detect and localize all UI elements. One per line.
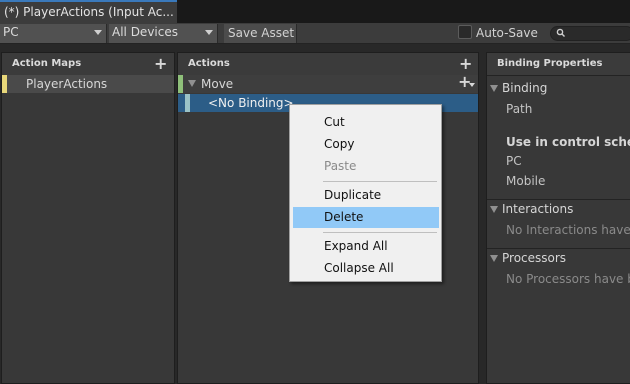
devices-dropdown[interactable]: All Devices — [109, 24, 218, 43]
action-label: Move — [201, 77, 234, 91]
window-tab-title: (*) PlayerActions (Input Ac... — [4, 5, 174, 19]
menu-item-copy[interactable]: Copy — [293, 134, 439, 155]
control-scheme-value: PC — [3, 25, 19, 39]
divider — [487, 75, 630, 76]
binding-label: <No Binding> — [208, 96, 294, 110]
menu-item-collapse-all[interactable]: Collapse All — [293, 258, 439, 279]
action-maps-panel: Action Maps + PlayerActions — [1, 52, 175, 384]
processors-empty-text: No Processors have be — [506, 272, 630, 286]
save-asset-button[interactable]: Save Asset — [224, 24, 297, 43]
chevron-down-icon — [94, 30, 102, 35]
menu-item-paste[interactable]: Paste — [293, 156, 439, 177]
control-schemes-label: Use in control scheme — [506, 135, 630, 149]
menu-separator — [323, 181, 437, 182]
menu-item-delete[interactable]: Delete — [293, 207, 439, 228]
add-binding-icon[interactable]: + — [458, 72, 471, 91]
actions-header: Actions + — [178, 53, 478, 75]
expand-triangle-icon[interactable] — [490, 206, 498, 213]
divider — [487, 199, 630, 200]
action-maps-title: Action Maps — [12, 58, 82, 69]
expand-triangle-icon[interactable] — [188, 80, 196, 87]
plus-icon[interactable]: + — [154, 54, 167, 73]
action-map-label: PlayerActions — [26, 77, 108, 91]
interactions-empty-text: No Interactions have b — [506, 223, 630, 237]
scheme-item-mobile[interactable]: Mobile — [506, 174, 545, 188]
binding-properties-header: Binding Properties — [487, 53, 630, 75]
path-label: Path — [506, 102, 533, 116]
menu-item-expand-all[interactable]: Expand All — [293, 236, 439, 257]
search-input[interactable] — [550, 26, 630, 41]
menu-separator — [323, 232, 437, 233]
devices-value: All Devices — [112, 25, 178, 39]
divider — [487, 248, 630, 249]
binding-color-stripe — [185, 94, 190, 112]
actions-title: Actions — [188, 58, 230, 69]
action-map-color-stripe — [2, 75, 7, 93]
chevron-down-icon — [469, 83, 475, 87]
action-map-item[interactable]: PlayerActions — [2, 75, 174, 93]
processors-section-title: Processors — [502, 251, 567, 265]
scheme-item-pc[interactable]: PC — [506, 154, 522, 168]
expand-triangle-icon[interactable] — [490, 255, 498, 262]
action-item-move[interactable]: Move + — [178, 72, 478, 93]
tab-strip: (*) PlayerActions (Input Ac... — [0, 0, 630, 23]
action-maps-header: Action Maps + — [2, 53, 174, 75]
autosave-label: Auto-Save — [476, 26, 538, 40]
interactions-section-title: Interactions — [502, 202, 574, 216]
menu-item-cut[interactable]: Cut — [293, 112, 439, 133]
menu-item-duplicate[interactable]: Duplicate — [293, 185, 439, 206]
context-menu: Cut Copy Paste Duplicate Delete Expand A… — [289, 104, 442, 282]
action-color-stripe — [178, 75, 183, 93]
expand-triangle-icon[interactable] — [490, 85, 498, 92]
binding-properties-title: Binding Properties — [497, 58, 603, 69]
binding-properties-panel: Binding Properties Binding Path Use in c… — [486, 52, 630, 384]
window-tab[interactable]: (*) PlayerActions (Input Ac... — [0, 0, 177, 23]
chevron-down-icon — [205, 30, 213, 35]
control-scheme-dropdown[interactable]: PC — [0, 24, 107, 43]
toolbar: PC All Devices Save Asset Auto-Save — [0, 23, 630, 44]
autosave-checkbox[interactable] — [458, 25, 472, 39]
binding-section-title: Binding — [502, 81, 548, 95]
plus-icon[interactable]: + — [459, 54, 472, 73]
search-icon — [556, 28, 565, 37]
